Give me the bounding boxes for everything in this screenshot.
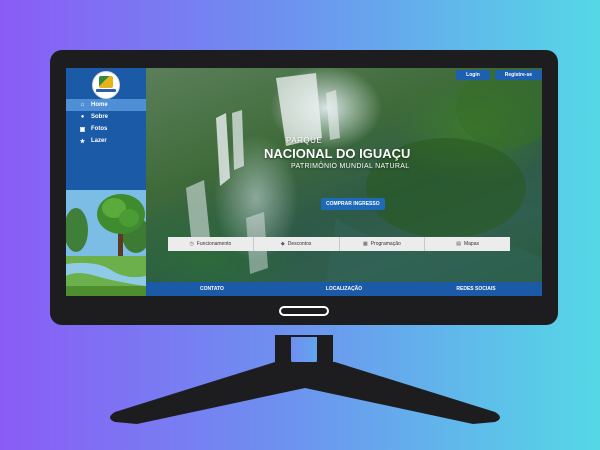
hero-title-line1: PARQUE — [286, 136, 323, 145]
logo-mark-icon — [99, 76, 113, 88]
info-icon: ● — [80, 114, 85, 120]
map-icon: ▤ — [456, 241, 461, 247]
footer-link-localizacao[interactable]: LOCALIZAÇÃO — [278, 286, 410, 292]
quicklink-mapas[interactable]: ▤ Mapas — [425, 237, 510, 251]
sidebar: ⌂ Home ● Sobre ▣ Fotos ★ Lazer — [66, 68, 146, 296]
quicklink-funcionamento[interactable]: ◷ Funcionamento — [168, 237, 254, 251]
image-icon: ▣ — [79, 126, 86, 133]
sidebar-item-home[interactable]: ⌂ Home — [66, 99, 146, 111]
monitor-stand-base — [110, 362, 500, 424]
sidebar-item-label: Lazer — [91, 138, 107, 144]
home-icon: ⌂ — [80, 102, 85, 108]
sidebar-nav: ⌂ Home ● Sobre ▣ Fotos ★ Lazer — [66, 99, 146, 147]
logo-wordmark — [96, 89, 116, 92]
monitor-power-indicator — [279, 306, 329, 316]
calendar-icon: ▦ — [363, 241, 368, 247]
sidebar-item-lazer[interactable]: ★ Lazer — [66, 135, 146, 147]
register-button[interactable]: Registre-se — [494, 70, 542, 80]
sidebar-item-fotos[interactable]: ▣ Fotos — [66, 123, 146, 135]
tag-icon: ◆ — [280, 241, 285, 247]
hero-title-line2: NACIONAL DO IGUAÇU — [264, 146, 411, 161]
footer-link-contato[interactable]: CONTATO — [146, 286, 278, 292]
park-logo[interactable] — [92, 71, 120, 99]
quicklink-programacao[interactable]: ▦ Programação — [340, 237, 426, 251]
buy-ticket-button[interactable]: COMPRAR INGRESSO — [321, 198, 385, 210]
quicklink-label: Programação — [370, 241, 401, 247]
quicklink-label: Funcionamento — [196, 241, 232, 247]
sidebar-item-label: Fotos — [91, 126, 108, 132]
hero-banner: Login Registre-se PARQUE NACIONAL DO IGU… — [146, 68, 542, 282]
quicklink-label: Mapas — [463, 241, 479, 247]
star-icon: ★ — [79, 138, 86, 145]
footer-link-redes-sociais[interactable]: REDES SOCIAIS — [410, 286, 542, 292]
sidebar-item-label: Sobre — [91, 114, 109, 120]
hero-title-line3: PATRIMÔNIO MUNDIAL NATURAL — [291, 163, 410, 170]
quicklinks-bar: ◷ Funcionamento ◆ Descontos ▦ Programaçã… — [168, 237, 510, 251]
login-button[interactable]: Login — [456, 70, 490, 80]
quicklink-descontos[interactable]: ◆ Descontos — [254, 237, 340, 251]
clock-icon: ◷ — [189, 241, 194, 247]
sidebar-item-label: Home — [91, 102, 108, 108]
quicklink-label: Descontos — [287, 241, 312, 247]
auth-buttons: Login Registre-se — [456, 70, 542, 80]
sidebar-tree-illustration — [66, 190, 146, 296]
website-screen: ⌂ Home ● Sobre ▣ Fotos ★ Lazer Login Reg… — [66, 68, 542, 296]
sidebar-item-sobre[interactable]: ● Sobre — [66, 111, 146, 123]
footer-bar: CONTATO LOCALIZAÇÃO REDES SOCIAIS — [146, 282, 542, 296]
